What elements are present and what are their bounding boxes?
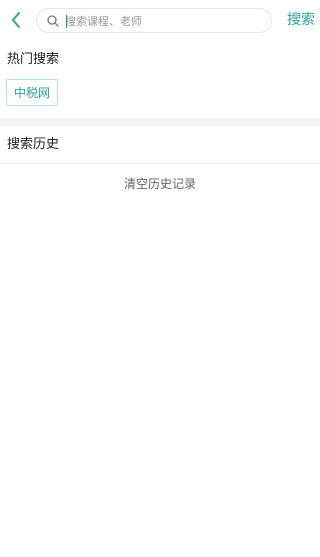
back-button[interactable] xyxy=(6,9,26,31)
section-divider xyxy=(0,118,320,126)
history-divider xyxy=(0,163,320,164)
search-input[interactable] xyxy=(65,11,265,31)
hot-search-title: 热门搜索 xyxy=(7,52,60,67)
search-box[interactable] xyxy=(36,8,272,33)
search-history-title: 搜索历史 xyxy=(7,137,60,152)
chevron-left-icon xyxy=(12,12,20,28)
text-cursor xyxy=(66,15,67,28)
search-icon xyxy=(47,15,59,27)
search-button[interactable]: 搜索 xyxy=(287,11,315,29)
hot-search-tag[interactable]: 中税网 xyxy=(6,79,58,106)
clear-history-button[interactable]: 清空历史记录 xyxy=(0,176,320,192)
top-bar: 搜索 xyxy=(0,0,320,40)
